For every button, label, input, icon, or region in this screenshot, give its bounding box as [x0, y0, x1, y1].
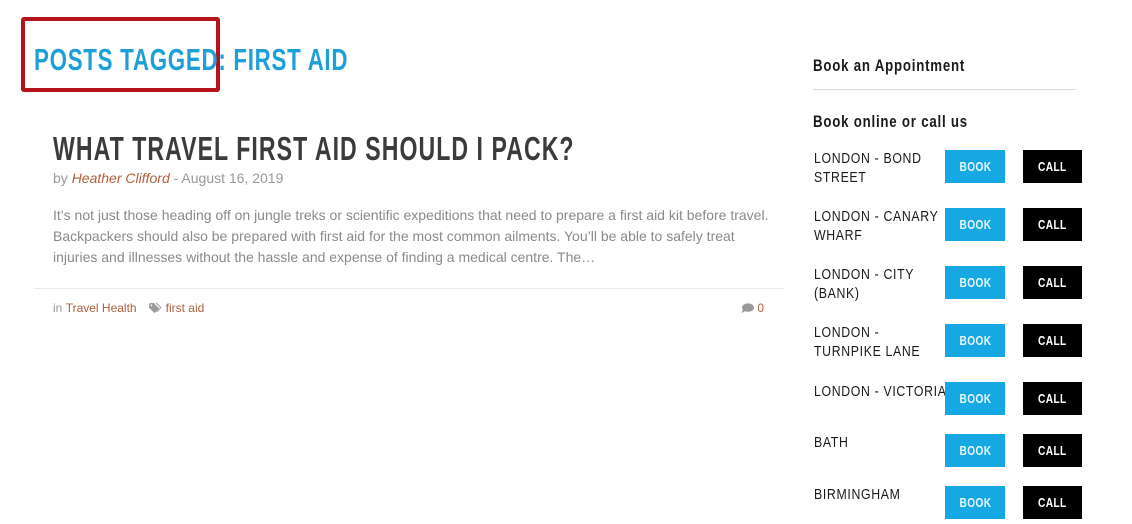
call-button[interactable]: CALL	[1023, 150, 1082, 183]
book-button[interactable]: BOOK	[945, 434, 1005, 467]
comments-link[interactable]: 0	[741, 301, 764, 315]
post-meta-separator: -	[169, 170, 182, 186]
book-button[interactable]: BOOK	[945, 150, 1005, 183]
location-row: BATH BOOK CALL	[813, 434, 1093, 468]
book-button[interactable]: BOOK	[945, 486, 1005, 519]
post-title-link[interactable]: WHAT TRAVEL FIRST AID SHOULD I PACK?	[53, 130, 575, 168]
location-name: LONDON - CITY (BANK)	[814, 266, 914, 302]
widget-divider	[813, 89, 1076, 90]
book-button[interactable]: BOOK	[945, 208, 1005, 241]
call-button[interactable]: CALL	[1023, 266, 1082, 299]
call-button[interactable]: CALL	[1023, 324, 1082, 357]
location-name: BIRMINGHAM	[814, 486, 901, 503]
location-name: BATH	[814, 434, 849, 451]
category-prefix: in	[53, 301, 63, 315]
post-meta: by Heather Clifford - August 16, 2019	[53, 170, 283, 186]
post-excerpt: It’s not just those heading off on jungl…	[53, 207, 769, 265]
call-button-label: CALL	[1038, 443, 1067, 458]
post-meta-by: by	[53, 170, 68, 186]
widget-title: Book an Appointment	[813, 56, 966, 75]
comment-icon	[741, 302, 755, 313]
call-button-label: CALL	[1038, 333, 1067, 348]
author-link[interactable]: Heather Clifford	[72, 170, 170, 186]
call-button[interactable]: CALL	[1023, 208, 1082, 241]
book-button[interactable]: BOOK	[945, 324, 1005, 357]
archive-title-prefix: POSTS TAGGED:	[34, 42, 227, 77]
call-button[interactable]: CALL	[1023, 486, 1082, 519]
book-button-label: BOOK	[959, 391, 991, 406]
book-button-label: BOOK	[959, 159, 991, 174]
book-button[interactable]: BOOK	[945, 382, 1005, 415]
location-row: LONDON - CITY (BANK) BOOK CALL	[813, 266, 1093, 302]
location-name: LONDON - VICTORIA	[814, 383, 947, 400]
book-button-label: BOOK	[959, 443, 991, 458]
category-link[interactable]: Travel Health	[66, 301, 137, 315]
post-footer: in Travel Health first aid 0	[53, 301, 764, 315]
book-button-label: BOOK	[959, 217, 991, 232]
post-date: August 16, 2019	[181, 170, 284, 186]
call-button-label: CALL	[1038, 217, 1067, 232]
location-row: LONDON - BOND STREET BOOK CALL	[813, 150, 1093, 186]
call-button-label: CALL	[1038, 275, 1067, 290]
widget-subtitle: Book online or call us	[813, 112, 968, 131]
location-row: LONDON - TURNPIKE LANE BOOK CALL	[813, 324, 1093, 360]
book-button-label: BOOK	[959, 495, 991, 510]
location-name: LONDON - BOND STREET	[814, 150, 922, 186]
location-name: LONDON - TURNPIKE LANE	[814, 324, 921, 360]
archive-title: POSTS TAGGED: FIRST AID	[34, 42, 348, 78]
book-button[interactable]: BOOK	[945, 266, 1005, 299]
location-row: BIRMINGHAM BOOK CALL	[813, 486, 1093, 520]
archive-title-tag: FIRST AID	[233, 42, 349, 77]
call-button[interactable]: CALL	[1023, 382, 1082, 415]
call-button-label: CALL	[1038, 495, 1067, 510]
call-button-label: CALL	[1038, 391, 1067, 406]
tag-icon	[148, 302, 162, 313]
call-button-label: CALL	[1038, 159, 1067, 174]
call-button[interactable]: CALL	[1023, 434, 1082, 467]
location-row: LONDON - CANARY WHARF BOOK CALL	[813, 208, 1093, 244]
tag-link[interactable]: first aid	[166, 301, 205, 315]
book-button-label: BOOK	[959, 275, 991, 290]
comment-count: 0	[757, 301, 764, 315]
location-row: LONDON - VICTORIA BOOK CALL	[813, 382, 1093, 416]
post-divider	[34, 288, 784, 289]
location-name: LONDON - CANARY WHARF	[814, 208, 939, 244]
book-button-label: BOOK	[959, 333, 991, 348]
